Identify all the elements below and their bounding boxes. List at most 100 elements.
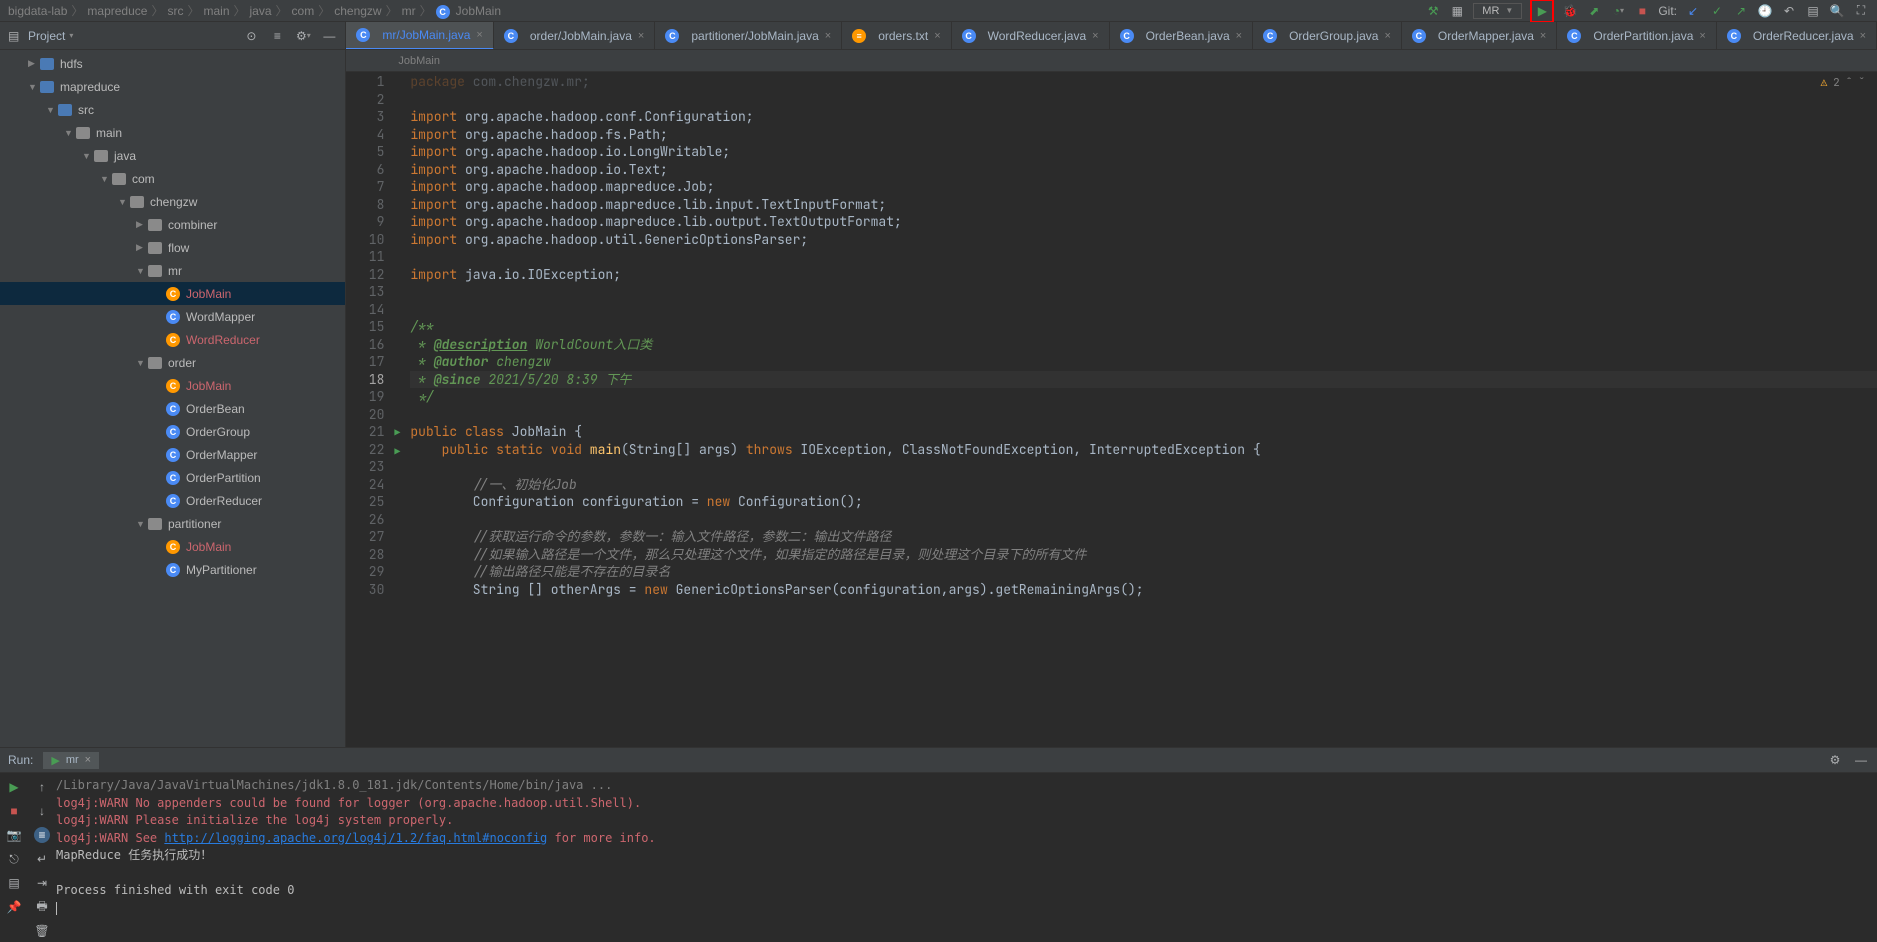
filter-icon[interactable]: ≡	[34, 827, 50, 843]
down-stack-icon[interactable]: ↓	[34, 803, 50, 819]
breadcrumb-segment[interactable]: src	[167, 4, 183, 18]
tree-item-wordreducer[interactable]: CWordReducer	[0, 328, 345, 351]
breadcrumb-segment[interactable]: com	[292, 4, 315, 18]
profile-button[interactable]: ◔▾	[1610, 3, 1626, 19]
breadcrumb-segment[interactable]: main	[203, 4, 229, 18]
pin-icon[interactable]: 📌	[6, 899, 22, 915]
inspection-widget[interactable]: ⚠ 2 ˆ ˇ	[1821, 76, 1865, 90]
git-update-icon[interactable]: ↙	[1685, 3, 1701, 19]
editor-tab[interactable]: COrderGroup.java×	[1253, 22, 1402, 50]
breadcrumb-segment[interactable]: mapreduce	[87, 4, 147, 18]
expand-all-icon[interactable]: ≡	[269, 28, 285, 44]
git-rollback-icon[interactable]: ↶	[1781, 3, 1797, 19]
tree-item-order[interactable]: ▼order	[0, 351, 345, 374]
tab-close[interactable]: ×	[934, 30, 940, 42]
tree-item-orderbean[interactable]: COrderBean	[0, 397, 345, 420]
tab-close[interactable]: ×	[1860, 30, 1866, 42]
editor-tab[interactable]: ≡orders.txt×	[842, 22, 951, 50]
tab-close[interactable]: ×	[1540, 30, 1546, 42]
tree-item-jobmain[interactable]: CJobMain	[0, 282, 345, 305]
console-link[interactable]: http://logging.apache.org/log4j/1.2/faq.…	[164, 831, 547, 845]
tree-item-jobmain[interactable]: CJobMain	[0, 374, 345, 397]
tree-item-ordergroup[interactable]: COrderGroup	[0, 420, 345, 443]
tree-item-mapreduce[interactable]: ▼mapreduce	[0, 75, 345, 98]
editor-tab[interactable]: COrderBean.java×	[1110, 22, 1253, 50]
build-icon[interactable]: ⚒	[1425, 3, 1441, 19]
up-stack-icon[interactable]: ↑	[34, 779, 50, 795]
dump-icon[interactable]: 📷	[6, 827, 22, 843]
editor-tab[interactable]: COrderMapper.java×	[1402, 22, 1557, 50]
breadcrumb-segment[interactable]: mr	[402, 4, 416, 18]
run-button[interactable]: ▶	[1534, 3, 1550, 19]
code-editor[interactable]: 1234567891011121314151617181920212223242…	[346, 72, 1877, 747]
tree-item-partitioner[interactable]: ▼partitioner	[0, 512, 345, 535]
editor-tab[interactable]: Cpartitioner/JobMain.java×	[655, 22, 842, 50]
next-highlight[interactable]: ˇ	[1858, 76, 1865, 90]
run-hide-icon[interactable]: —	[1853, 752, 1869, 768]
git-history-icon[interactable]: 🕘	[1757, 3, 1773, 19]
editor-tab[interactable]: Cmr/JobMain.java×	[346, 22, 493, 50]
tab-close[interactable]: ×	[476, 29, 482, 41]
tree-item-ordermapper[interactable]: COrderMapper	[0, 443, 345, 466]
print-icon[interactable]: 🖶	[34, 899, 50, 915]
exit-icon[interactable]: ⎋	[6, 851, 22, 867]
tab-close[interactable]: ×	[825, 30, 831, 42]
tab-close[interactable]: ×	[638, 30, 644, 42]
git-commit-icon[interactable]: ✓	[1709, 3, 1725, 19]
tree-item-label: OrderGroup	[186, 425, 250, 439]
layout-icon[interactable]: ▤	[6, 875, 22, 891]
tree-item-hdfs[interactable]: ▶hdfs	[0, 52, 345, 75]
stop-button[interactable]: ■	[1634, 3, 1650, 19]
soft-wrap-icon[interactable]: ↵	[34, 851, 50, 867]
tree-item-orderpartition[interactable]: COrderPartition	[0, 466, 345, 489]
tree-item-flow[interactable]: ▶flow	[0, 236, 345, 259]
tree-item-main[interactable]: ▼main	[0, 121, 345, 144]
editor-tab[interactable]: COrderReducer.java×	[1717, 22, 1877, 50]
breadcrumb-items[interactable]: bigdata-lab〉mapreduce〉src〉main〉java〉com〉…	[8, 2, 501, 19]
breadcrumb-segment[interactable]: bigdata-lab	[8, 4, 67, 18]
coverage-button[interactable]: ⬈	[1586, 3, 1602, 19]
structure-icon[interactable]: ▤	[1805, 3, 1821, 19]
editor-tab[interactable]: Corder/JobMain.java×	[494, 22, 656, 50]
run-config-selector[interactable]: MR▼	[1473, 3, 1522, 19]
tab-close[interactable]: ×	[1699, 30, 1705, 42]
tab-close[interactable]: ×	[1092, 30, 1098, 42]
select-target-icon[interactable]: ▦	[1449, 3, 1465, 19]
run-tab-close[interactable]: ×	[85, 754, 91, 766]
locate-icon[interactable]: ⊙	[243, 28, 259, 44]
project-scope-caret[interactable]: ▾	[69, 31, 73, 40]
breadcrumb-segment[interactable]: java	[250, 4, 272, 18]
scroll-end-icon[interactable]: ⇥	[34, 875, 50, 891]
prev-highlight[interactable]: ˆ	[1846, 76, 1853, 90]
tree-item-wordmapper[interactable]: CWordMapper	[0, 305, 345, 328]
tree-item-chengzw[interactable]: ▼chengzw	[0, 190, 345, 213]
breadcrumb-segment[interactable]: JobMain	[456, 4, 501, 18]
rerun-icon[interactable]: ▶	[6, 779, 22, 795]
git-push-icon[interactable]: ↗	[1733, 3, 1749, 19]
breadcrumb-segment[interactable]: chengzw	[334, 4, 381, 18]
editor-breadcrumb[interactable]: JobMain	[346, 50, 1877, 72]
tree-item-com[interactable]: ▼com	[0, 167, 345, 190]
hide-icon[interactable]: —	[321, 28, 337, 44]
presentation-icon[interactable]: ⛶	[1853, 3, 1869, 19]
clear-icon[interactable]: 🗑	[34, 923, 50, 939]
tree-item-mypartitioner[interactable]: CMyPartitioner	[0, 558, 345, 581]
tree-item-combiner[interactable]: ▶combiner	[0, 213, 345, 236]
run-tab[interactable]: ▶ mr ×	[43, 752, 99, 769]
editor-tab[interactable]: CWordReducer.java×	[952, 22, 1110, 50]
tree-item-jobmain[interactable]: CJobMain	[0, 535, 345, 558]
run-console[interactable]: /Library/Java/JavaVirtualMachines/jdk1.8…	[56, 773, 1877, 942]
tree-item-src[interactable]: ▼src	[0, 98, 345, 121]
debug-button[interactable]: 🐞	[1562, 3, 1578, 19]
tree-item-mr[interactable]: ▼mr	[0, 259, 345, 282]
stop-icon[interactable]: ■	[6, 803, 22, 819]
tab-close[interactable]: ×	[1236, 30, 1242, 42]
tab-close[interactable]: ×	[1384, 30, 1390, 42]
settings-icon[interactable]: ⚙▾	[295, 28, 311, 44]
project-view-icon[interactable]: ▤	[8, 29, 22, 43]
editor-tab[interactable]: COrderPartition.java×	[1557, 22, 1716, 50]
search-icon[interactable]: 🔍	[1829, 3, 1845, 19]
tree-item-orderreducer[interactable]: COrderReducer	[0, 489, 345, 512]
tree-item-java[interactable]: ▼java	[0, 144, 345, 167]
run-settings-icon[interactable]: ⚙	[1827, 752, 1843, 768]
